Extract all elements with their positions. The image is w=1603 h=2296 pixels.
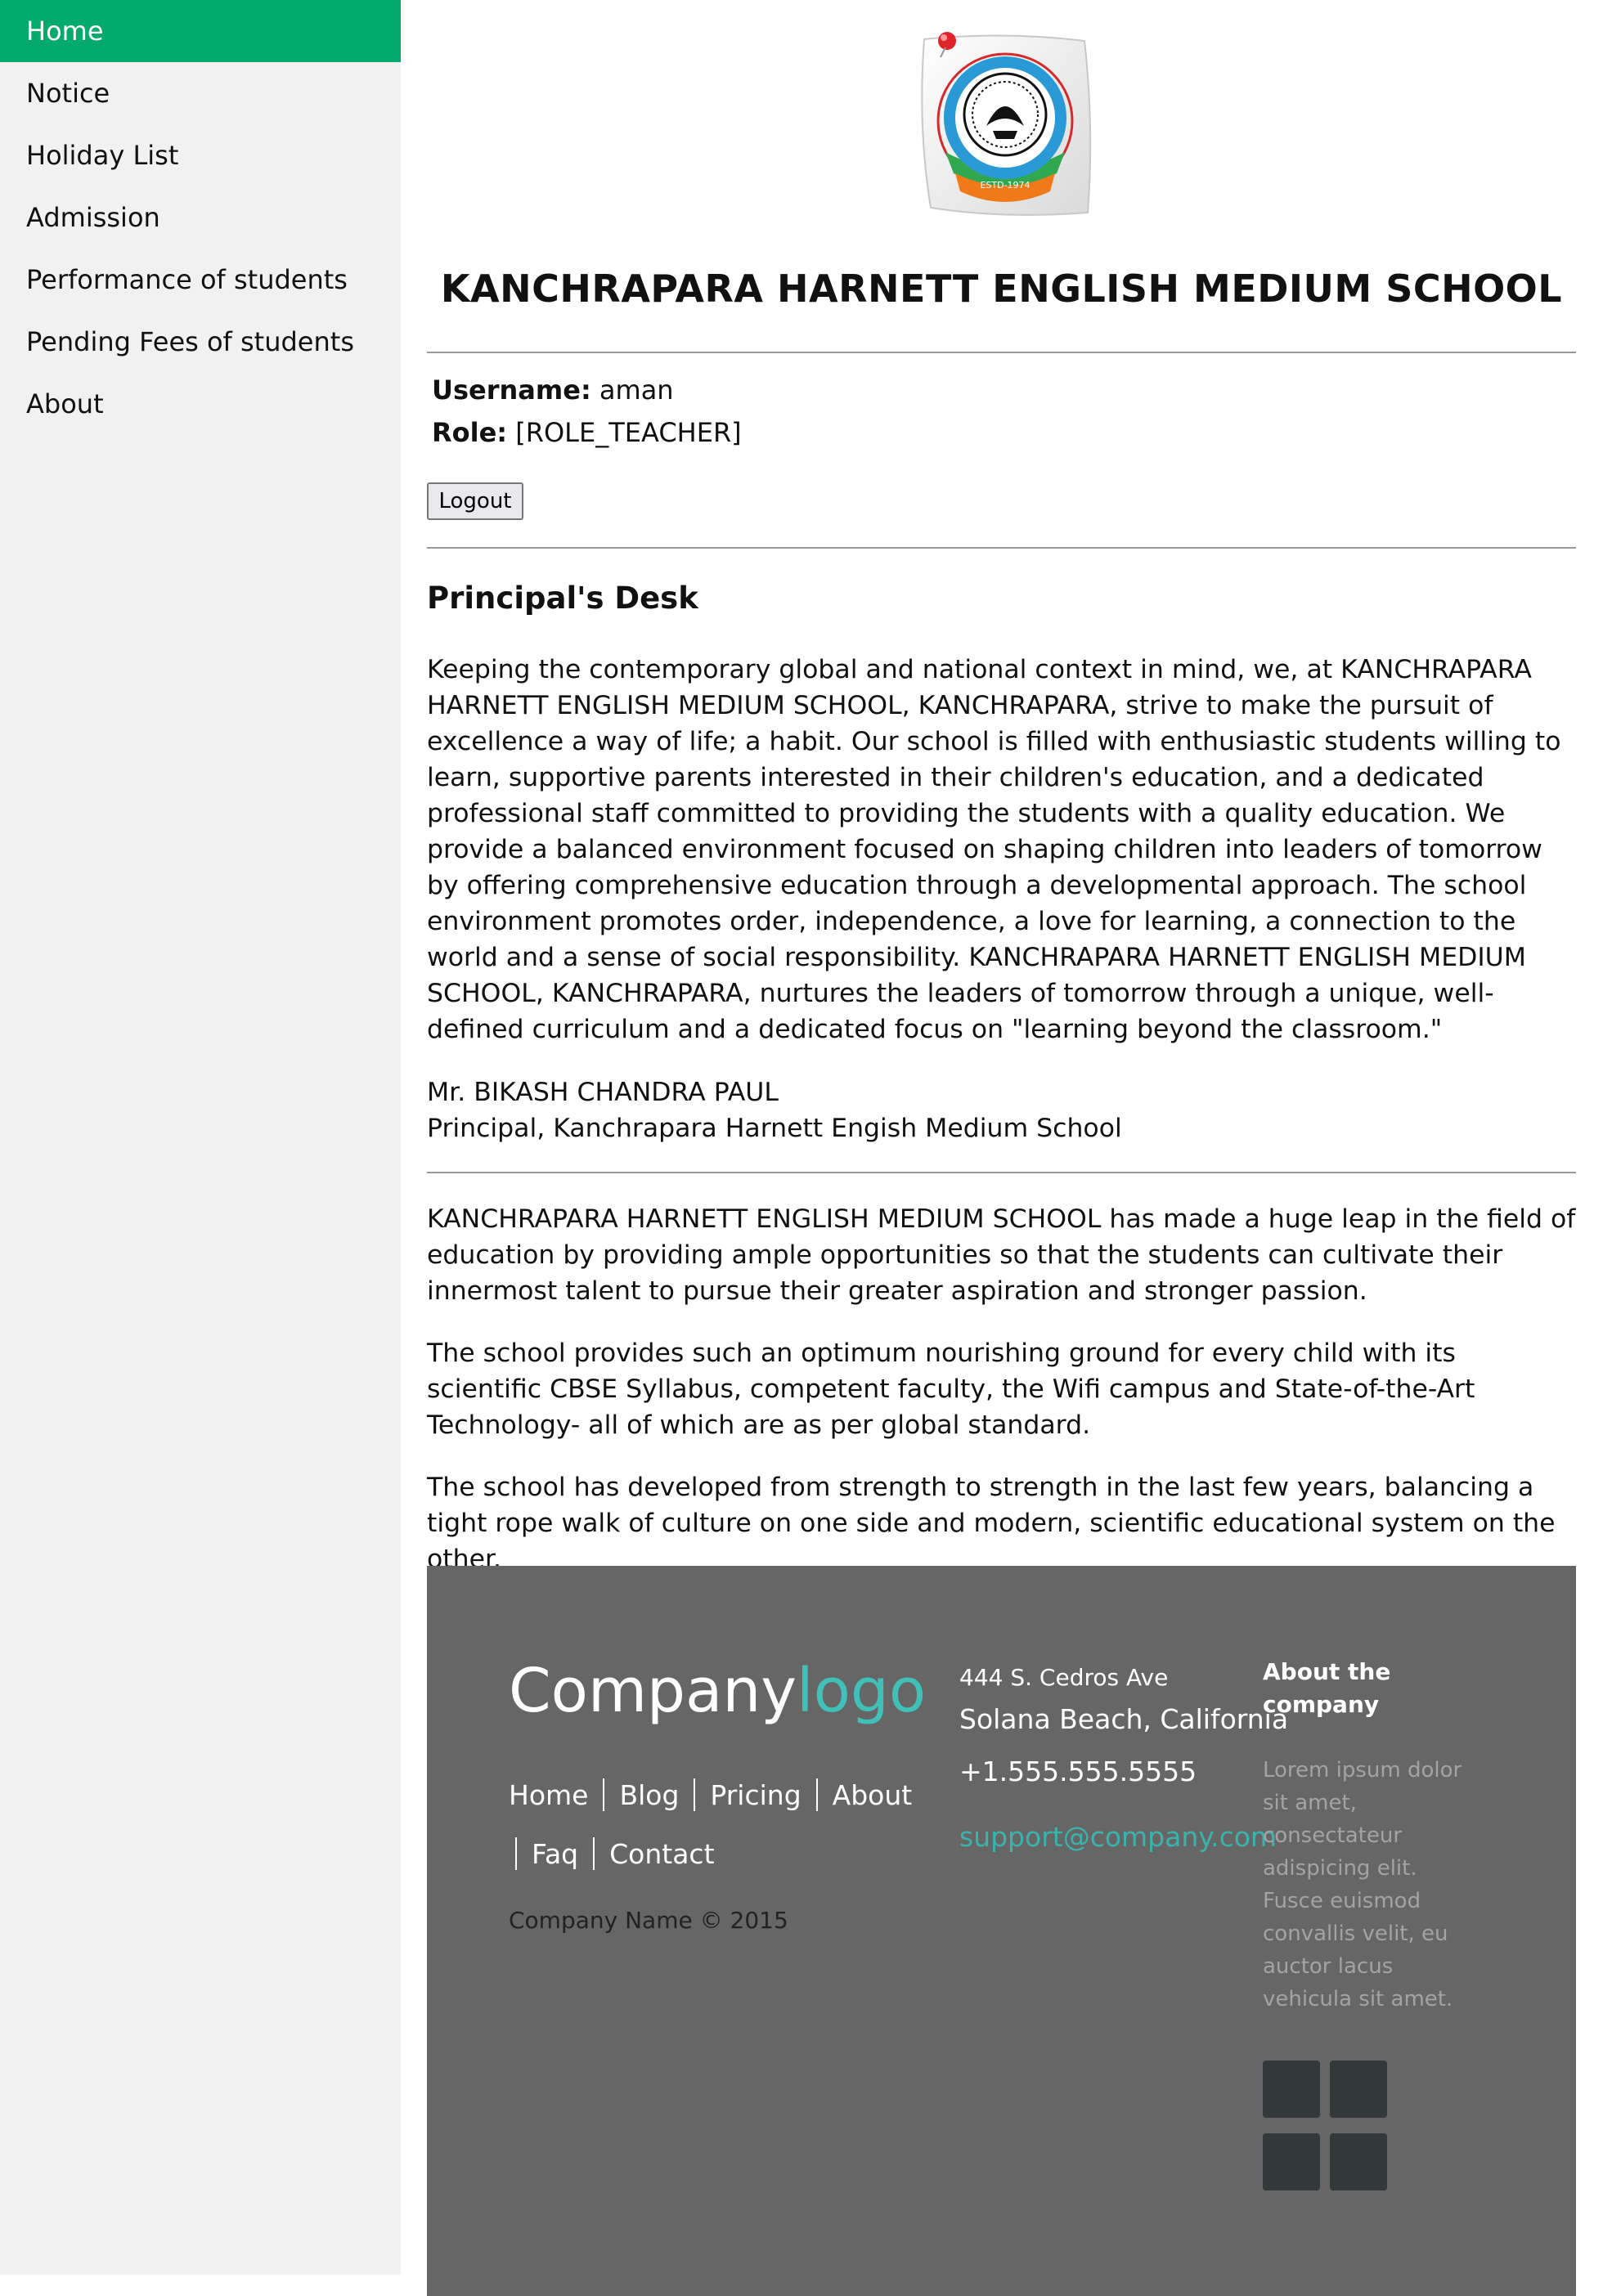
footer-phone: +1.555.555.5555 xyxy=(959,1756,1197,1787)
footer-link-pricing[interactable]: Pricing xyxy=(710,1779,801,1811)
username-value: aman xyxy=(599,374,674,406)
principal-message: Keeping the contemporary global and nati… xyxy=(427,655,1561,1044)
sidebar-item-notice[interactable]: Notice xyxy=(0,62,401,124)
footer-address-line2: Solana Beach, California xyxy=(959,1703,1289,1735)
sidebar-item-performance[interactable]: Performance of students xyxy=(0,249,401,311)
footer-email-link[interactable]: support@company.com xyxy=(959,1821,1277,1853)
sidebar-item-holiday-list[interactable]: Holiday List xyxy=(0,124,401,186)
link-separator xyxy=(515,1837,517,1870)
link-separator xyxy=(815,1778,818,1811)
school-logo: ESTD-1974 xyxy=(913,29,1098,219)
footer-links-row2: Faq Contact xyxy=(515,1837,715,1870)
footer-link-contact[interactable]: Contact xyxy=(609,1838,714,1870)
principal-title: Principal, Kanchrapara Harnett Engish Me… xyxy=(427,1114,1122,1143)
footer-links: Home Blog Pricing About xyxy=(509,1778,934,1811)
role-value: [ROLE_TEACHER] xyxy=(515,417,742,448)
principal-name: Mr. BIKASH CHANDRA PAUL xyxy=(427,1078,779,1107)
social-icon[interactable] xyxy=(1263,2061,1320,2118)
logo-estd-text: ESTD-1974 xyxy=(980,180,1030,191)
username-line: Username: aman xyxy=(432,374,674,406)
footer-link-blog[interactable]: Blog xyxy=(619,1779,679,1811)
logout-button[interactable]: Logout xyxy=(427,482,523,520)
school-logo-emblem: ESTD-1974 xyxy=(921,32,1092,216)
footer-address-line1: 444 S. Cedros Ave xyxy=(959,1664,1169,1691)
username-label: Username: xyxy=(432,374,591,406)
footer-about-heading: About the company xyxy=(1263,1658,1391,1718)
role-line: Role: [ROLE_TEACHER] xyxy=(432,417,742,448)
sidebar-nav: Home Notice Holiday List Admission Perfo… xyxy=(0,0,401,2275)
about-paragraph: The school provides such an optimum nour… xyxy=(427,1339,1475,1440)
footer-logo-accent: logo xyxy=(797,1656,927,1726)
footer-link-faq[interactable]: Faq xyxy=(532,1838,578,1870)
divider xyxy=(427,547,1576,549)
about-paragraph: The school has developed from strength t… xyxy=(427,1473,1556,1574)
footer-link-about[interactable]: About xyxy=(833,1779,913,1811)
footer-logo-main: Company xyxy=(509,1656,797,1726)
principal-signature: Mr. BIKASH CHANDRA PAUL Principal, Kanch… xyxy=(427,1074,1576,1146)
divider xyxy=(427,1172,1576,1173)
link-separator xyxy=(694,1778,696,1811)
footer-copyright: Company Name © 2015 xyxy=(509,1907,788,1934)
footer-link-home[interactable]: Home xyxy=(509,1779,588,1811)
sidebar-item-home[interactable]: Home xyxy=(0,0,401,62)
sidebar-item-about[interactable]: About xyxy=(0,373,401,435)
role-label: Role: xyxy=(432,417,508,448)
sidebar-item-admission[interactable]: Admission xyxy=(0,186,401,249)
school-title: KANCHRAPARA HARNETT ENGLISH MEDIUM SCHOO… xyxy=(440,267,1563,311)
divider xyxy=(427,352,1576,353)
footer-company-logo[interactable]: Companylogo xyxy=(509,1656,926,1726)
site-footer: Companylogo Home Blog Pricing About Faq Cont… xyxy=(427,1566,1576,2296)
link-separator xyxy=(593,1837,595,1870)
sidebar-item-pending-fees[interactable]: Pending Fees of students xyxy=(0,311,401,373)
social-icon[interactable] xyxy=(1330,2061,1387,2118)
principal-desk-heading: Principal's Desk xyxy=(427,581,698,616)
social-icon[interactable] xyxy=(1263,2133,1320,2191)
social-icon[interactable] xyxy=(1330,2133,1387,2191)
about-paragraph: KANCHRAPARA HARNETT ENGLISH MEDIUM SCHOO… xyxy=(427,1204,1576,1306)
link-separator xyxy=(603,1778,605,1811)
footer-about-text: Lorem ipsum dolor sit amet, consectateur… xyxy=(1263,1758,1462,2011)
